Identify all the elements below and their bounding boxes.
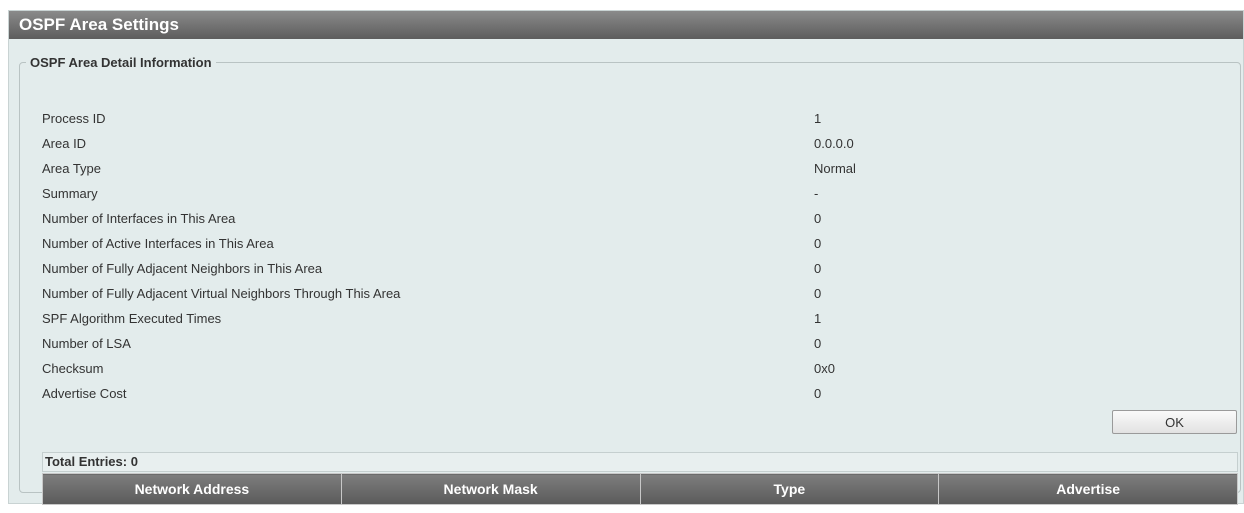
detail-label: SPF Algorithm Executed Times: [42, 311, 222, 326]
area-detail-legend: OSPF Area Detail Information: [30, 55, 212, 70]
detail-label: Process ID: [42, 111, 106, 126]
detail-label: Area Type: [42, 161, 102, 176]
detail-label: Advertise Cost: [42, 386, 127, 401]
detail-label: Area ID: [42, 136, 87, 151]
column-header-advertise: Advertise: [938, 473, 1238, 505]
detail-row-checksum: Checksum 0x0: [42, 356, 1222, 381]
column-header-network-mask: Network Mask: [340, 473, 641, 505]
detail-value: -: [814, 186, 819, 201]
detail-row-lsa-count: Number of LSA 0: [42, 331, 1222, 356]
area-networks-table: Network Address Network Mask Type Advert…: [42, 473, 1238, 505]
detail-row-interfaces: Number of Interfaces in This Area 0: [42, 206, 1222, 231]
detail-value: 0: [814, 236, 822, 251]
detail-row-process-id: Process ID 1: [42, 106, 1222, 131]
total-entries-label: Total Entries: 0: [42, 452, 1238, 472]
detail-value: 1: [814, 311, 822, 326]
detail-label: Number of Interfaces in This Area: [42, 211, 236, 226]
column-header-network-address: Network Address: [42, 473, 342, 505]
detail-value: 0: [814, 286, 822, 301]
detail-value: 0: [814, 261, 822, 276]
column-header-type: Type: [639, 473, 940, 505]
area-detail-fieldset: OSPF Area Detail Information Process ID …: [19, 55, 1241, 505]
detail-row-advertise-cost: Advertise Cost 0: [42, 381, 1222, 406]
area-detail-list: Process ID 1 Area ID 0.0.0.0 Area Type N…: [42, 106, 1222, 406]
detail-row-active-interfaces: Number of Active Interfaces in This Area…: [42, 231, 1222, 256]
detail-value: 0: [814, 211, 822, 226]
detail-value: Normal: [814, 161, 856, 176]
detail-value: 0.0.0.0: [814, 136, 854, 151]
detail-value: 1: [814, 111, 822, 126]
detail-value: 0: [814, 386, 822, 401]
ospf-area-settings-panel: OSPF Area Settings OSPF Area Detail Info…: [8, 10, 1244, 505]
detail-label: Number of Fully Adjacent Neighbors in Th…: [42, 261, 323, 276]
page-title: OSPF Area Settings: [9, 11, 1243, 39]
detail-row-area-type: Area Type Normal: [42, 156, 1222, 181]
detail-row-area-id: Area ID 0.0.0.0: [42, 131, 1222, 156]
detail-label: Number of Fully Adjacent Virtual Neighbo…: [42, 286, 401, 301]
detail-label: Summary: [42, 186, 98, 201]
detail-row-adjacent-neighbors: Number of Fully Adjacent Neighbors in Th…: [42, 256, 1222, 281]
detail-row-virtual-neighbors: Number of Fully Adjacent Virtual Neighbo…: [42, 281, 1222, 306]
detail-row-summary: Summary -: [42, 181, 1222, 206]
detail-row-spf-executed: SPF Algorithm Executed Times 1: [42, 306, 1222, 331]
detail-value: 0x0: [814, 361, 835, 376]
detail-label: Number of LSA: [42, 336, 131, 351]
table-header-row: Network Address Network Mask Type Advert…: [42, 473, 1238, 505]
ok-button[interactable]: OK: [1112, 410, 1237, 434]
detail-value: 0: [814, 336, 822, 351]
detail-label: Checksum: [42, 361, 104, 376]
detail-label: Number of Active Interfaces in This Area: [42, 236, 274, 251]
